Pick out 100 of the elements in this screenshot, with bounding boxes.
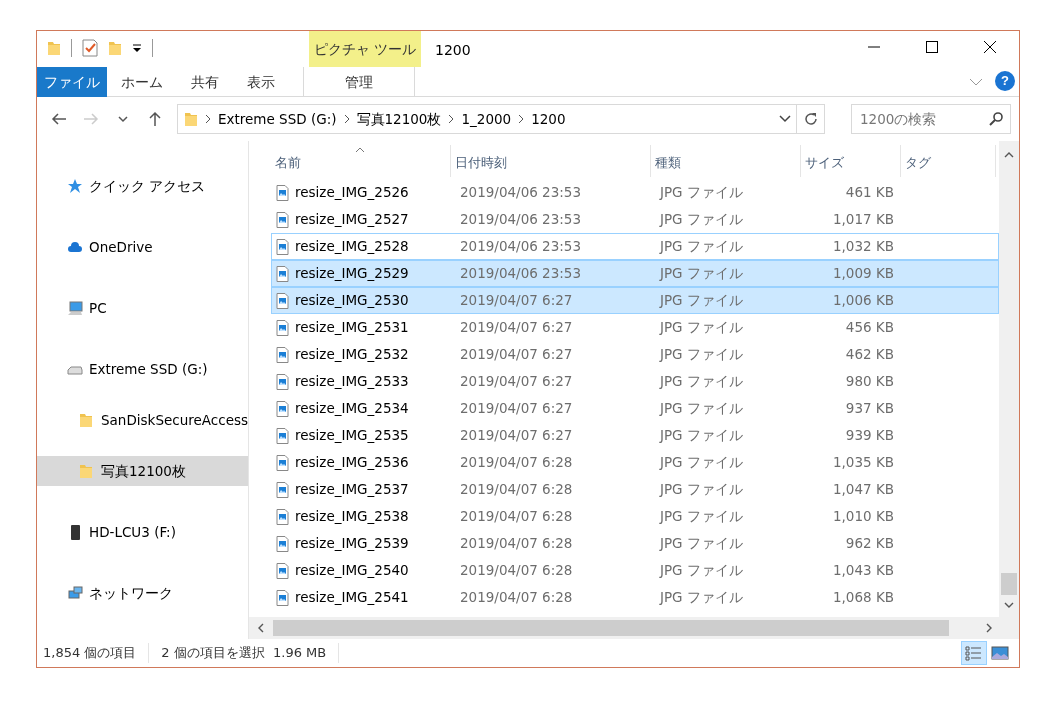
image-file-icon [276,184,289,201]
expand-ribbon-icon[interactable] [969,77,983,87]
file-size: 962 KB [845,535,894,552]
folder-icon[interactable] [47,40,61,56]
file-type: JPG ファイル [660,481,743,498]
window-title: 1200 [434,41,472,60]
computer-icon [67,300,83,316]
sidebar-item[interactable]: SanDiskSecureAccess [37,405,248,435]
folder-icon [184,111,198,127]
file-row[interactable]: resize_IMG_2535 2019/04/07 6:27 JPG ファイル 939 KB [271,422,999,449]
image-file-icon [276,535,289,552]
search-icon [988,111,1004,127]
file-row[interactable]: resize_IMG_2533 2019/04/07 6:27 JPG ファイル 980 KB [271,368,999,395]
file-size: 1,009 KB [832,265,894,282]
ribbon-tab[interactable]: 管理 [303,67,415,97]
file-date: 2019/04/06 23:53 [460,211,581,228]
breadcrumb[interactable]: Extreme SSD (G:) [212,108,343,130]
breadcrumb[interactable]: 1_2000 [455,108,518,130]
file-type: JPG ファイル [660,427,743,444]
image-file-icon [276,508,289,525]
file-name: resize_IMG_2540 [295,561,409,581]
file-type: JPG ファイル [660,346,743,363]
file-date: 2019/04/07 6:28 [460,589,573,606]
horizontal-scrollbar[interactable] [249,617,1019,639]
sidebar-item[interactable]: ネットワーク [37,578,248,608]
address-bar[interactable]: Extreme SSD (G:) 写真12100枚 1_2000 1200 [177,104,825,134]
sidebar-item[interactable]: 写真12100枚 [37,456,248,486]
forward-icon [83,111,99,127]
image-file-icon [276,292,289,309]
column-header[interactable]: 日付時刻 [455,153,507,173]
file-row[interactable]: resize_IMG_2526 2019/04/06 23:53 JPG ファイル 461 KB [271,179,999,206]
file-row[interactable]: resize_IMG_2532 2019/04/07 6:27 JPG ファイル 462 KB [271,341,999,368]
address-dropdown-icon[interactable] [778,114,792,124]
file-date: 2019/04/07 6:27 [460,373,573,390]
file-name: resize_IMG_2537 [295,480,409,500]
scrollbar-thumb[interactable] [1001,573,1017,595]
file-size: 461 KB [845,184,894,201]
image-file-icon [276,589,289,606]
file-row[interactable]: resize_IMG_2539 2019/04/07 6:28 JPG ファイル 962 KB [271,530,999,557]
file-size: 1,043 KB [832,562,894,579]
file-name: resize_IMG_2535 [295,426,409,446]
file-type: JPG ファイル [660,400,743,417]
sidebar-item[interactable]: PC [37,293,248,323]
file-row[interactable]: resize_IMG_2531 2019/04/07 6:27 JPG ファイル 456 KB [271,314,999,341]
file-date: 2019/04/07 6:27 [460,319,573,336]
column-header[interactable]: 名前 [275,153,301,173]
breadcrumb[interactable]: 1200 [525,108,572,130]
search-box[interactable]: 1200の検索 [851,104,1011,134]
sidebar-item[interactable]: HD-LCU3 (F:) [37,517,248,547]
file-type: JPG ファイル [660,454,743,471]
file-size: 939 KB [845,427,894,444]
chevron-right-icon [447,114,456,124]
ribbon-tab[interactable]: 表示 [233,67,289,97]
maximize-icon [926,41,938,53]
file-row[interactable]: resize_IMG_2541 2019/04/07 6:28 JPG ファイル 1,068 KB [271,584,999,611]
column-header[interactable]: サイズ [805,153,844,173]
file-row[interactable]: resize_IMG_2538 2019/04/07 6:28 JPG ファイル 1,010 KB [271,503,999,530]
file-row[interactable]: resize_IMG_2540 2019/04/07 6:28 JPG ファイル 1,043 KB [271,557,999,584]
sidebar-item[interactable]: クイック アクセス [37,171,248,201]
file-name: resize_IMG_2534 [295,399,409,419]
file-row[interactable]: resize_IMG_2528 2019/04/06 23:53 JPG ファイル 1,032 KB [271,233,999,260]
file-date: 2019/04/07 6:27 [460,292,573,309]
file-row[interactable]: resize_IMG_2537 2019/04/07 6:28 JPG ファイル 1,047 KB [271,476,999,503]
column-header[interactable]: 種類 [655,153,681,173]
help-button[interactable]: ? [995,71,1015,91]
context-tab-group-label: ピクチャ ツール [309,31,421,67]
ribbon-tab[interactable]: 共有 [177,67,233,97]
file-row[interactable]: resize_IMG_2530 2019/04/07 6:27 JPG ファイル 1,006 KB [271,287,999,314]
file-name: resize_IMG_2526 [295,183,409,203]
file-date: 2019/04/07 6:28 [460,481,573,498]
file-row[interactable]: resize_IMG_2529 2019/04/06 23:53 JPG ファイル 1,009 KB [271,260,999,287]
column-header[interactable]: タグ [905,153,931,173]
file-name: resize_IMG_2533 [295,372,409,392]
file-row[interactable]: resize_IMG_2534 2019/04/07 6:27 JPG ファイル 937 KB [271,395,999,422]
scroll-left-icon [257,623,265,633]
breadcrumb[interactable]: 写真12100枚 [350,108,448,130]
chevron-right-icon [517,114,526,124]
sidebar-item[interactable]: OneDrive [37,232,248,262]
file-size: 462 KB [845,346,894,363]
dropdown-icon[interactable] [132,43,142,53]
view-toggle-button[interactable] [961,641,987,665]
ribbon-tab[interactable]: ホーム [107,67,177,97]
vertical-scrollbar[interactable] [999,141,1019,617]
file-date: 2019/04/07 6:28 [460,454,573,471]
image-file-icon [276,373,289,390]
scrollbar-thumb[interactable] [273,620,949,636]
file-row[interactable]: resize_IMG_2536 2019/04/07 6:28 JPG ファイル 1,035 KB [271,449,999,476]
file-row[interactable]: resize_IMG_2527 2019/04/06 23:53 JPG ファイル 1,017 KB [271,206,999,233]
file-name: resize_IMG_2539 [295,534,409,554]
file-menu-tab[interactable]: ファイル [37,67,107,97]
file-type: JPG ファイル [660,562,743,579]
image-file-icon [276,211,289,228]
file-type: JPG ファイル [660,292,743,309]
refresh-icon [802,111,819,127]
sidebar-item[interactable]: Extreme SSD (G:) [37,354,248,384]
file-type: JPG ファイル [660,589,743,606]
up-arrow-icon [147,111,163,127]
file-size: 1,047 KB [832,481,894,498]
item-count: 1,854 個の項目 [43,643,150,663]
star-icon [67,178,83,194]
